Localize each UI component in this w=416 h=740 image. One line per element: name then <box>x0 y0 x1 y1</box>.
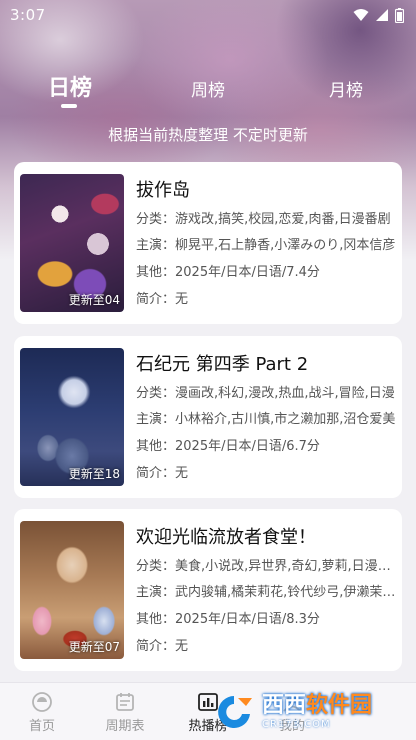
battery-icon <box>395 7 404 23</box>
nav-schedule[interactable]: 周期表 <box>95 691 155 734</box>
cast-label: 主演： <box>136 412 176 427</box>
anime-intro: 简介：无 <box>136 462 398 481</box>
cast-value: 武内骏辅,橘茉莉花,铃代纱弓,伊濑茉莉也 <box>175 585 398 600</box>
anime-card[interactable]: 更新至04 拔作岛 分类：游戏改,搞笑,校园,恋爱,肉番,日漫番剧 主演：柳晃平… <box>14 162 402 324</box>
other-value: 2025年/日本/日语/7.4分 <box>175 265 320 280</box>
intro-value: 无 <box>175 639 189 654</box>
other-label: 其他： <box>136 612 176 627</box>
anime-category: 分类：游戏改,搞笑,校园,恋爱,肉番,日漫番剧 <box>136 208 398 227</box>
nav-home[interactable]: 首页 <box>12 691 72 734</box>
status-time: 3:07 <box>10 6 46 24</box>
anime-other: 其他：2025年/日本/日语/8.3分 <box>136 608 398 627</box>
intro-value: 无 <box>175 466 189 481</box>
category-label: 分类： <box>136 559 176 574</box>
other-label: 其他： <box>136 439 176 454</box>
nav-home-label: 首页 <box>28 719 55 734</box>
cast-label: 主演： <box>136 585 176 600</box>
anime-other: 其他：2025年/日本/日语/6.7分 <box>136 435 398 454</box>
anime-cover: 更新至07 <box>20 521 124 659</box>
watermark-main-1: 西西 <box>262 692 307 718</box>
intro-value: 无 <box>175 292 189 307</box>
intro-label: 简介： <box>136 292 176 307</box>
tab-day-ranking[interactable]: 日榜 <box>48 70 92 102</box>
category-value: 游戏改,搞笑,校园,恋爱,肉番,日漫番剧 <box>175 212 391 227</box>
cast-label: 主演： <box>136 238 176 253</box>
anime-title: 拔作岛 <box>136 180 190 201</box>
anime-intro: 简介：无 <box>136 635 398 654</box>
nav-schedule-label: 周期表 <box>105 719 145 734</box>
anime-intro: 简介：无 <box>136 288 398 307</box>
intro-label: 简介： <box>136 466 176 481</box>
anime-card[interactable]: 更新至07 欢迎光临流放者食堂！ 分类：美食,小说改,异世界,奇幻,萝莉,日漫番… <box>14 509 402 671</box>
status-bar: 3:07 <box>0 0 416 30</box>
anime-cast: 主演：小林裕介,古川慎,市之濑加那,沼仓爱美 <box>136 408 398 427</box>
calendar-icon <box>116 693 134 711</box>
anime-card[interactable]: 更新至18 石纪元 第四季 Part 2 分类：漫画改,科幻,漫改,热血,战斗,… <box>14 336 402 498</box>
other-value: 2025年/日本/日语/8.3分 <box>175 612 320 627</box>
site-watermark: 西西软件园 CR173.COM <box>212 690 402 734</box>
anime-cast: 主演：武内骏辅,橘茉莉花,铃代纱弓,伊濑茉莉也 <box>136 581 398 600</box>
signal-icon <box>376 9 388 21</box>
anime-title: 石纪元 第四季 Part 2 <box>136 354 309 375</box>
wifi-icon <box>353 9 369 21</box>
cast-value: 小林裕介,古川慎,市之濑加那,沼仓爱美 <box>175 412 396 427</box>
anime-cast: 主演：柳晃平,石上静香,小澤みのり,冈本信彦 <box>136 234 398 253</box>
episode-badge: 更新至04 <box>68 293 120 307</box>
category-value: 漫画改,科幻,漫改,热血,战斗,冒险,日漫 <box>175 386 395 401</box>
anime-other: 其他：2025年/日本/日语/7.4分 <box>136 261 398 280</box>
other-label: 其他： <box>136 265 176 280</box>
anime-cover: 更新至18 <box>20 348 124 486</box>
anime-category: 分类：美食,小说改,异世界,奇幻,萝莉,日漫番剧 <box>136 555 398 574</box>
episode-badge: 更新至18 <box>68 467 120 481</box>
cast-value: 柳晃平,石上静香,小澤みのり,冈本信彦 <box>175 238 396 253</box>
watermark-main-2: 软件园 <box>306 692 373 718</box>
watermark-logo-icon <box>218 696 252 728</box>
ranking-subtitle: 根据当前热度整理 不定时更新 <box>108 126 308 144</box>
status-icons <box>353 7 404 23</box>
bottom-navigation: 首页 周期表 热播榜 我的 西西软件园 CR173.COM <box>0 682 416 740</box>
other-value: 2025年/日本/日语/6.7分 <box>175 439 320 454</box>
anime-category: 分类：漫画改,科幻,漫改,热血,战斗,冒险,日漫 <box>136 382 398 401</box>
home-icon <box>32 692 52 712</box>
watermark-text: 西西软件园 CR173.COM <box>262 692 373 730</box>
episode-badge: 更新至07 <box>68 640 120 654</box>
anime-cover: 更新至04 <box>20 174 124 312</box>
ranking-tabs: 日榜 周榜 月榜 <box>0 66 416 116</box>
active-tab-indicator <box>61 104 77 108</box>
category-label: 分类： <box>136 212 176 227</box>
watermark-sub: CR173.COM <box>262 718 331 730</box>
category-value: 美食,小说改,异世界,奇幻,萝莉,日漫番剧 <box>175 559 398 574</box>
tab-week-ranking[interactable]: 周榜 <box>191 76 225 101</box>
intro-label: 简介： <box>136 639 176 654</box>
anime-title: 欢迎光临流放者食堂！ <box>136 527 316 548</box>
tab-month-ranking[interactable]: 月榜 <box>329 76 363 101</box>
category-label: 分类： <box>136 386 176 401</box>
